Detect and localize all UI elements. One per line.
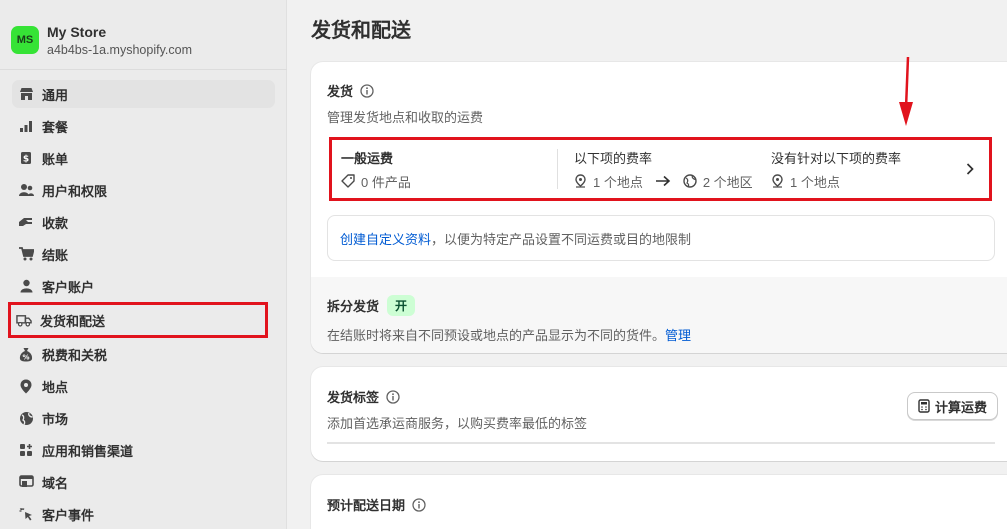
nav-label: 套餐 xyxy=(42,119,69,135)
calculate-rates-button[interactable]: 计算运费 xyxy=(907,392,999,420)
person-icon xyxy=(18,278,34,294)
location-pin-icon xyxy=(772,174,783,188)
hint-text: ，以便为特定产品设置不同运费或目的地限制 xyxy=(431,231,692,247)
billing-icon: $ xyxy=(18,150,34,166)
sidebar: MS My Store a4b4bs-1a.myshopify.com 通用 套… xyxy=(0,0,287,529)
chevron-right-icon xyxy=(966,163,974,175)
nav-label: 地点 xyxy=(42,379,69,395)
nav-item-domains[interactable]: 域名 xyxy=(12,468,275,496)
cart-icon xyxy=(18,246,34,262)
plan-icon xyxy=(18,118,34,134)
truck-icon xyxy=(16,312,32,328)
users-icon xyxy=(18,182,34,198)
from-locations: 1 个地点 xyxy=(593,174,643,190)
info-icon[interactable] xyxy=(412,497,426,512)
general-shipping-profile[interactable]: 一般运费 0 件产品 以下项的费率 1 个地点 2 个地区 没有针对以下项的费率… xyxy=(329,137,992,201)
store-avatar: MS xyxy=(11,26,39,54)
custom-profile-hint: 创建自定义资料 ，以便为特定产品设置不同运费或目的地限制 xyxy=(327,215,995,261)
nav-label: 客户事件 xyxy=(42,507,95,523)
create-custom-profile-link[interactable]: 创建自定义资料 xyxy=(340,229,431,248)
apps-icon xyxy=(18,442,34,458)
manage-link[interactable]: 管理 xyxy=(665,328,691,343)
info-icon[interactable] xyxy=(386,389,400,404)
nav-item-checkout[interactable]: 结账 xyxy=(12,240,275,268)
nav-label: 发货和配送 xyxy=(40,313,106,329)
labels-subtitle: 添加首选承运商服务，以购买费率最低的标签 xyxy=(327,416,588,431)
nav-item-markets[interactable]: 市场 xyxy=(12,404,275,432)
location-pin-icon xyxy=(575,174,586,188)
nav-item-apps[interactable]: 应用和销售渠道 xyxy=(12,436,275,464)
cursor-icon xyxy=(18,506,34,522)
shipping-title: 发货 xyxy=(327,84,354,99)
delivery-title: 预计配送日期 xyxy=(327,498,406,513)
profile-divider xyxy=(557,149,558,189)
nav-label: 通用 xyxy=(42,87,69,103)
nav-label: 用户和权限 xyxy=(42,183,108,199)
profile-title: 一般运费 xyxy=(341,150,394,166)
nav-item-users[interactable]: 用户和权限 xyxy=(12,176,275,204)
status-badge: 开 xyxy=(387,295,416,316)
domain-icon xyxy=(18,474,34,490)
tag-icon xyxy=(341,174,355,188)
svg-text:%: % xyxy=(22,353,29,361)
no-rates-title: 没有针对以下项的费率 xyxy=(771,150,902,166)
payments-icon xyxy=(18,214,34,230)
nav-label: 收款 xyxy=(42,215,69,231)
arrow-right-icon xyxy=(655,175,671,187)
globe-icon xyxy=(18,410,34,426)
shipping-card: 发货 管理发货地点和收取的运费 一般运费 0 件产品 以下项的费率 1 个地点 … xyxy=(311,62,1007,353)
nav-item-customer-accounts[interactable]: 客户账户 xyxy=(12,272,275,300)
location-icon xyxy=(18,378,34,394)
page-title: 发货和配送 xyxy=(311,20,411,42)
settings-nav: 通用 套餐 $ 账单 用户和权限 收款 结账 客户账户 发货和配送 % 税费和关… xyxy=(8,80,275,529)
nav-item-locations[interactable]: 地点 xyxy=(12,372,275,400)
info-icon[interactable] xyxy=(360,83,374,98)
labels-title: 发货标签 xyxy=(327,390,380,405)
no-rate-locations: 1 个地点 xyxy=(790,174,840,190)
to-zones: 2 个地区 xyxy=(702,174,753,190)
tax-icon: % xyxy=(18,346,34,362)
nav-item-billing[interactable]: $ 账单 xyxy=(12,144,275,172)
nav-label: 客户账户 xyxy=(42,279,95,295)
nav-item-plan[interactable]: 套餐 xyxy=(12,112,275,140)
svg-text:$: $ xyxy=(23,155,29,165)
product-count: 0 件产品 xyxy=(361,174,411,190)
labels-divider xyxy=(327,442,995,444)
nav-item-payments[interactable]: 收款 xyxy=(12,208,275,236)
nav-label: 市场 xyxy=(42,411,69,427)
delivery-dates-card: 预计配送日期 xyxy=(311,475,1007,529)
split-shipping-section: 拆分发货 开 在结账时将来自不同预设或地点的产品显示为不同的货件。管理 xyxy=(311,277,1007,353)
sidebar-divider xyxy=(0,69,287,70)
nav-label: 税费和关税 xyxy=(42,347,108,363)
calculator-icon xyxy=(918,399,930,413)
shipping-subtitle: 管理发货地点和收取的运费 xyxy=(327,110,484,125)
nav-label: 域名 xyxy=(42,475,69,491)
store-domain: a4b4bs-1a.myshopify.com xyxy=(47,42,192,57)
store-icon xyxy=(18,86,34,102)
store-name: My Store xyxy=(47,23,107,40)
split-desc: 在结账时将来自不同预设或地点的产品显示为不同的货件。 xyxy=(327,328,666,343)
store-header[interactable]: MS My Store a4b4bs-1a.myshopify.com xyxy=(0,0,286,62)
nav-label: 应用和销售渠道 xyxy=(42,443,134,459)
rates-title: 以下项的费率 xyxy=(574,150,653,166)
nav-item-shipping[interactable]: 发货和配送 xyxy=(8,302,268,338)
nav-label: 账单 xyxy=(42,151,69,167)
nav-item-general[interactable]: 通用 xyxy=(12,80,275,108)
globe-icon xyxy=(683,174,697,188)
split-title: 拆分发货 xyxy=(327,299,380,314)
nav-item-taxes[interactable]: % 税费和关税 xyxy=(12,340,275,368)
nav-item-customer-events[interactable]: 客户事件 xyxy=(12,500,275,528)
shipping-labels-card: 发货标签 添加首选承运商服务，以购买费率最低的标签 计算运费 xyxy=(311,367,1007,461)
nav-label: 结账 xyxy=(42,247,69,263)
